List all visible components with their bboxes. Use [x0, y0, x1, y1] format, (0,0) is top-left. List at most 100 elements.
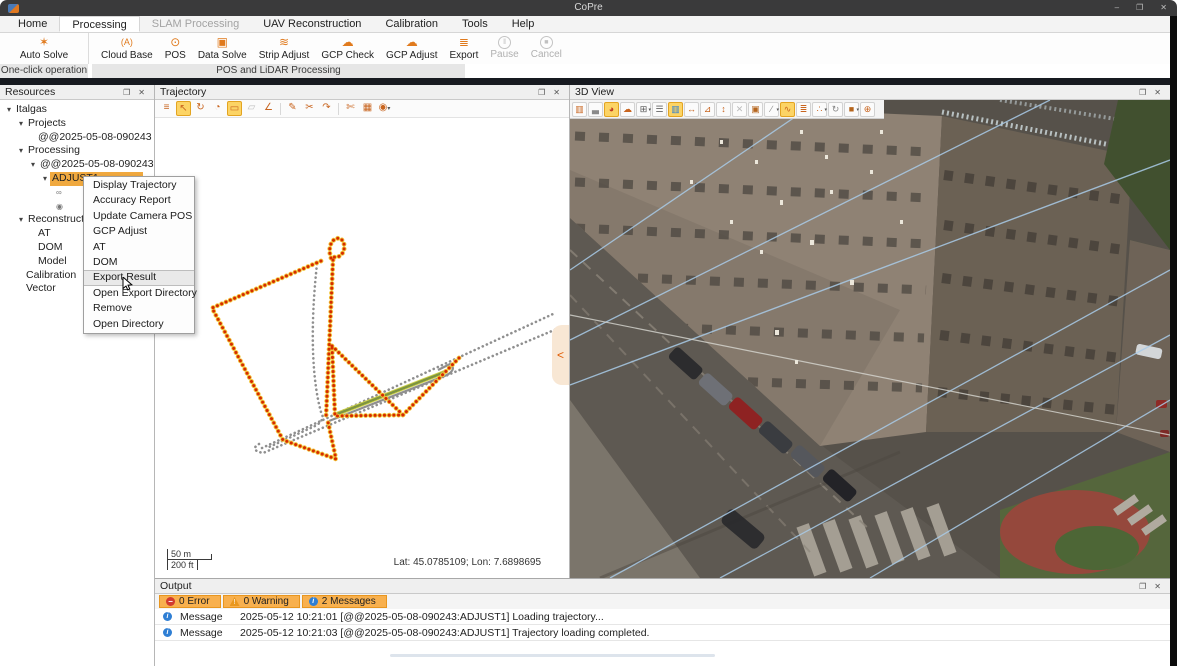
tab-home[interactable]: Home [6, 16, 59, 32]
filter-messages[interactable]: i 2 Messages [302, 595, 387, 608]
tree-item-project-dataset[interactable]: @@2025-05-08-090243 [0, 131, 154, 145]
error-icon: − [166, 597, 175, 606]
stop-circle-icon: ■ [540, 36, 553, 49]
tab-help[interactable]: Help [500, 16, 547, 32]
tab-tools[interactable]: Tools [450, 16, 500, 32]
volume-cube-icon[interactable]: ▣ [748, 102, 763, 117]
rotate-view-icon[interactable]: ↻ [828, 102, 843, 117]
gcp-adjust-button[interactable]: ☁ GCP Adjust [380, 33, 444, 62]
draw-pen-icon[interactable]: ✎ [285, 101, 300, 116]
menu-item-display-trajectory[interactable]: Display Trajectory [84, 178, 194, 193]
cut-knife-icon[interactable]: ✄ [343, 101, 358, 116]
log-row[interactable]: i Message 2025-05-12 10:21:01 [@@2025-05… [155, 609, 1170, 625]
expand-arrow-icon[interactable]: ▾ [16, 213, 26, 227]
measure-angle-icon[interactable]: ∠ [261, 101, 276, 116]
menu-item-open-export-directory[interactable]: Open Export Directory [84, 286, 194, 301]
ribbon: ✶ Auto Solve (A) Cloud Base ⊙ POS ▣ Data… [0, 33, 1177, 64]
cancel-button[interactable]: ■ Cancel [525, 33, 568, 61]
trajectory-viewport[interactable]: 50 m 200 ft Lat: 45.0785109; Lon: 7.6898… [155, 118, 569, 578]
strip-adjust-button[interactable]: ≋ Strip Adjust [253, 33, 316, 62]
minimize-button[interactable]: – [1115, 0, 1119, 16]
elevation-colorbar-icon[interactable]: ▥ [572, 102, 587, 117]
menu-item-open-directory[interactable]: Open Directory [84, 317, 194, 332]
classification-colorbar-icon[interactable]: ▥ [668, 102, 683, 117]
tree-item-italgas[interactable]: ▾Italgas [0, 103, 154, 117]
menu-item-remove[interactable]: Remove [84, 301, 194, 316]
rgb-color-wheel-icon[interactable]: ◕ [604, 102, 619, 117]
output-panel-title: Output [160, 580, 192, 592]
log-row[interactable]: i Message 2025-05-12 10:21:03 [@@2025-05… [155, 625, 1170, 641]
intensity-histogram-icon[interactable]: ▃ [588, 102, 603, 117]
profile-line-icon[interactable]: ∿ [780, 102, 795, 117]
float-panel-icon[interactable]: ❐ [119, 85, 134, 100]
expand-arrow-icon[interactable]: ▾ [28, 158, 38, 172]
display-options-eye-icon[interactable]: ◉▾ [377, 101, 392, 116]
tab-uav-reconstruction[interactable]: UAV Reconstruction [251, 16, 373, 32]
menu-item-dom[interactable]: DOM [84, 255, 194, 270]
collapse-panel-handle[interactable]: < [552, 325, 569, 385]
expand-arrow-icon[interactable]: ▾ [40, 172, 50, 186]
info-icon: i [163, 612, 172, 621]
close-panel-icon[interactable]: ✕ [134, 85, 149, 100]
cloud-base-button[interactable]: (A) Cloud Base [95, 33, 159, 62]
log-text: 2025-05-12 10:21:01 [@@2025-05-08-090243… [240, 611, 604, 623]
measure-distance-icon[interactable]: ↔ [684, 102, 699, 117]
layer-stack-icon[interactable]: ≣ [796, 102, 811, 117]
time-clock-icon[interactable]: ◔ [210, 101, 225, 116]
cloud-display-icon[interactable]: ☁ [620, 102, 635, 117]
point-cloud-options-icon[interactable]: ∴▾ [812, 102, 827, 117]
rect-select-icon[interactable]: ▭ [227, 101, 242, 116]
axis-target-icon[interactable]: ⊕ [860, 102, 875, 117]
menu-item-export-result[interactable]: Export Result [84, 270, 194, 285]
measure-clear-icon[interactable]: ✕ [732, 102, 747, 117]
expand-arrow-icon[interactable]: ▾ [16, 144, 26, 158]
point-cloud-render[interactable] [570, 100, 1170, 578]
menu-item-at[interactable]: AT [84, 240, 194, 255]
tab-calibration[interactable]: Calibration [373, 16, 450, 32]
data-solve-button[interactable]: ▣ Data Solve [192, 33, 253, 62]
menu-item-accuracy-report[interactable]: Accuracy Report [84, 193, 194, 208]
redo-icon[interactable]: ↷ [319, 101, 334, 116]
close-panel-icon[interactable]: ✕ [1150, 579, 1165, 594]
pause-button[interactable]: ‖ Pause [484, 33, 524, 61]
auto-solve-button[interactable]: ✶ Auto Solve [14, 33, 74, 62]
measure-height-icon[interactable]: ↕ [716, 102, 731, 117]
horizontal-scrollbar[interactable] [390, 654, 715, 657]
close-panel-icon[interactable]: ✕ [1150, 85, 1165, 100]
expand-arrow-icon[interactable]: ▾ [16, 117, 26, 131]
float-panel-icon[interactable]: ❐ [1135, 579, 1150, 594]
select-cursor-icon[interactable]: ↖ [176, 101, 191, 116]
export-button[interactable]: ≣ Export [443, 33, 484, 62]
maximize-button[interactable]: ❐ [1136, 0, 1143, 16]
copy-icon[interactable]: ▱ [244, 101, 259, 116]
filter-sliders-icon[interactable]: ☰ [652, 102, 667, 117]
delete-selection-icon[interactable]: ✂ [302, 101, 317, 116]
block-grid-icon[interactable]: ⊞▾ [636, 102, 651, 117]
filter-errors[interactable]: − 0 Error [159, 595, 221, 608]
pos-button[interactable]: ⊙ POS [159, 33, 192, 62]
layers-icon[interactable]: ≡ [159, 101, 174, 116]
measure-area-icon[interactable]: ⊿ [700, 102, 715, 117]
float-panel-icon[interactable]: ❐ [1135, 85, 1150, 100]
auto-solve-wand-icon: ✶ [39, 35, 49, 50]
trajectory-toolbar: ≡ ↖ ↻ ◔ ▭ ▱ ∠ ✎ ✂ ↷ ✄ ▦ ◉▾ [155, 100, 569, 118]
tab-slam-processing[interactable]: SLAM Processing [140, 16, 251, 32]
tree-item-processing[interactable]: ▾Processing [0, 144, 154, 158]
ruler-tools-icon[interactable]: ∕▾ [764, 102, 779, 117]
mouse-cursor-icon [122, 277, 133, 291]
filter-warnings[interactable]: ! 0 Warning [223, 595, 300, 608]
orbit-icon[interactable]: ↻ [193, 101, 208, 116]
close-button[interactable]: ✕ [1160, 0, 1167, 16]
menu-item-update-camera-pos[interactable]: Update Camera POS [84, 209, 194, 224]
log-type: Message [180, 611, 232, 623]
cube-view-icon[interactable]: ■▾ [844, 102, 859, 117]
float-panel-icon[interactable]: ❐ [534, 85, 549, 100]
tab-processing[interactable]: Processing [59, 16, 139, 32]
grid-image-icon[interactable]: ▦ [360, 101, 375, 116]
tree-item-projects[interactable]: ▾Projects [0, 117, 154, 131]
close-panel-icon[interactable]: ✕ [549, 85, 564, 100]
tree-item-processing-dataset[interactable]: ▾@@2025-05-08-090243 [0, 158, 154, 172]
expand-arrow-icon[interactable]: ▾ [4, 103, 14, 117]
gcp-check-button[interactable]: ☁ GCP Check [315, 33, 380, 62]
menu-item-gcp-adjust[interactable]: GCP Adjust [84, 224, 194, 239]
